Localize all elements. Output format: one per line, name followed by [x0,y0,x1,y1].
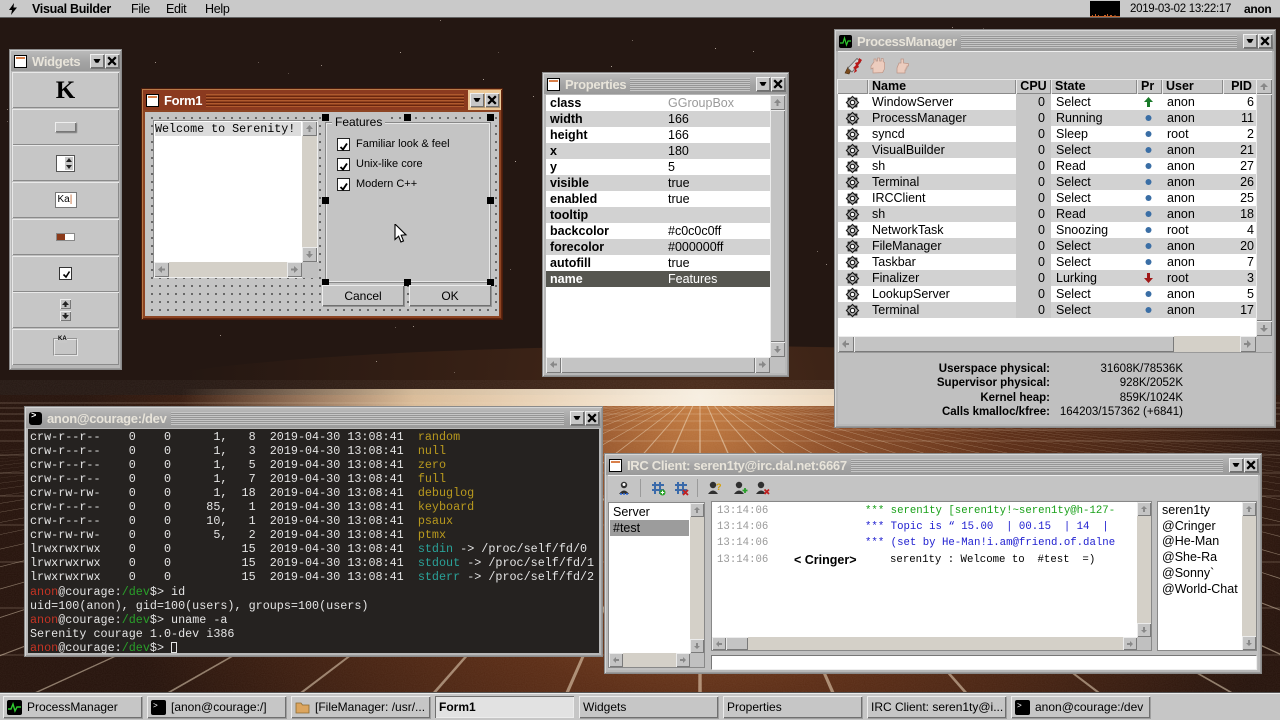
svg-text:>: > [1017,702,1022,711]
svg-text:>: > [153,702,158,711]
svg-text:?: ? [716,482,722,492]
